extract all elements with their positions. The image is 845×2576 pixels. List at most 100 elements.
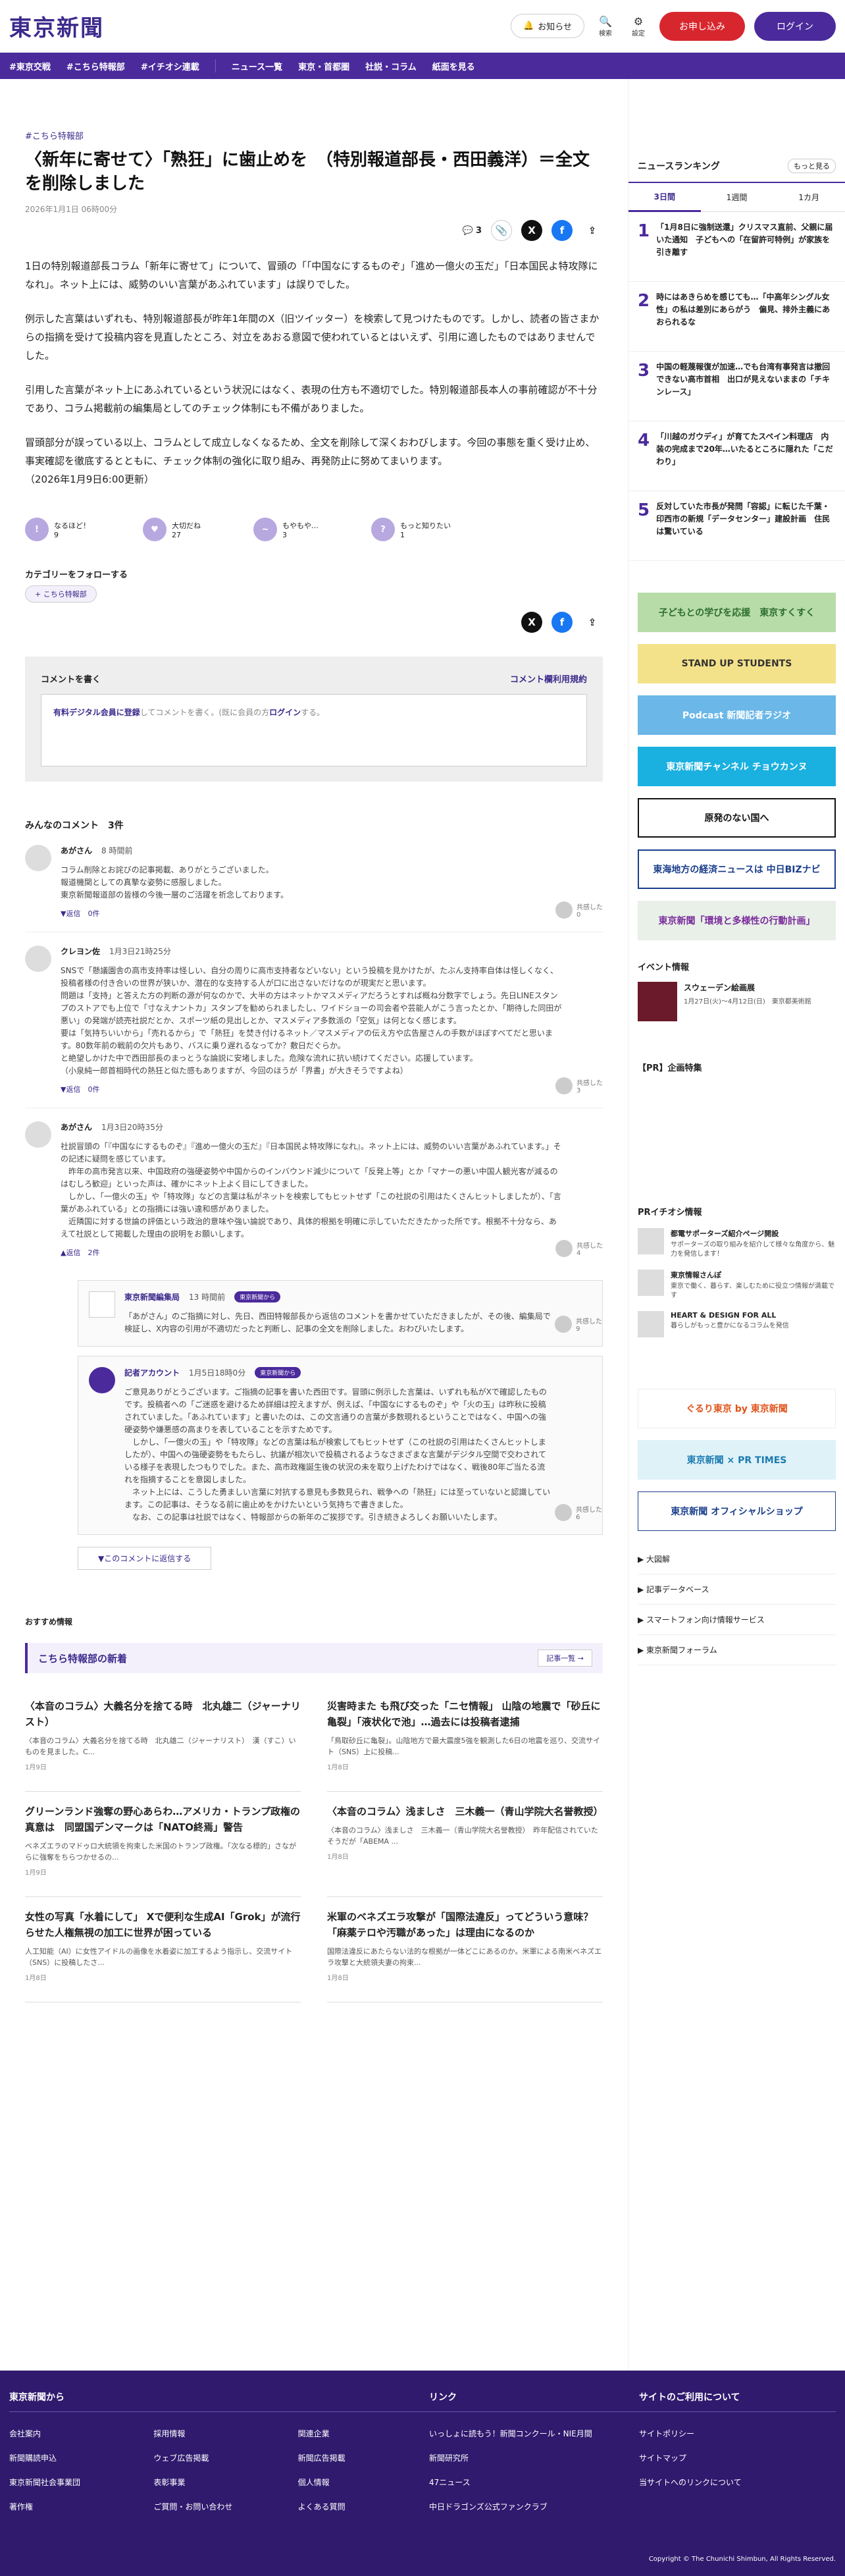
- x-share-icon[interactable]: X: [521, 220, 542, 241]
- sidebar-link[interactable]: ▶ スマートフォン向け情報サービス: [638, 1605, 836, 1635]
- podcast-banner[interactable]: Podcast 新聞記者ラジオ: [638, 695, 836, 735]
- article-card[interactable]: 〈本音のコラム〉大義名分を捨てる時 北丸雄二（ジャーナリスト） 〈本音のコラム〉大…: [25, 1686, 301, 1792]
- pr-item[interactable]: HEART & DESIGN FOR ALL 暮らしがもっと豊かになるコラムを発信: [638, 1311, 836, 1337]
- search-button[interactable]: 🔍 検索: [594, 15, 617, 38]
- pr-item[interactable]: 都電サポーターズ紹介ページ開設 サポーターズの取り組みを紹介して様々な角度から、魅…: [638, 1228, 836, 1259]
- comment-input[interactable]: 有料デジタル会員に登録してコメントを書く。(既に会員の方ログインする。: [41, 694, 587, 766]
- genpatsu-banner[interactable]: 原発のない国へ: [638, 798, 836, 838]
- gururi-tokyo-banner[interactable]: ぐるり東京 by 東京新聞: [638, 1389, 836, 1428]
- sidebar-link[interactable]: ▶ 記事データベース: [638, 1574, 836, 1605]
- prtimes-banner[interactable]: 東京新聞 × PR TIMES: [638, 1440, 836, 1480]
- register-button[interactable]: お申し込み: [659, 11, 745, 41]
- reply-toggle[interactable]: ▼返信 0件: [61, 908, 603, 919]
- ranking-item[interactable]: 4 「川越のガウディ」が育てたスペイン料理店 内装の完成まで20年…いたるところに…: [628, 421, 845, 491]
- nav-item[interactable]: #イチオシ連載: [141, 60, 199, 72]
- reply-to-comment-button[interactable]: ▼このコメントに返信する: [78, 1547, 212, 1570]
- tab-1week[interactable]: 1週間: [700, 183, 773, 212]
- ranking-item[interactable]: 3 中国の軽蔑報復が加速…でも台湾有事発言は撤回できない高市首相 出口が見えないま…: [628, 352, 845, 421]
- sukusuku-banner[interactable]: 子どもとの学びを応援 東京すくすく: [638, 593, 836, 632]
- avatar: [25, 845, 51, 871]
- footer-link[interactable]: サイトマップ: [639, 2452, 836, 2463]
- footer-link[interactable]: ウェブ広告掲載: [153, 2452, 284, 2463]
- breadcrumb[interactable]: #こちら特報部: [25, 129, 603, 142]
- clip-icon[interactable]: 📎: [491, 220, 512, 241]
- footer-link[interactable]: ご質問・お問い合わせ: [153, 2501, 284, 2512]
- footer-link[interactable]: 東京新聞社会事業団: [9, 2477, 140, 2488]
- nav-item[interactable]: 紙面を見る: [432, 60, 475, 72]
- facebook-share-icon[interactable]: f: [551, 220, 573, 241]
- site-logo[interactable]: 東京新聞: [9, 10, 104, 42]
- share-icon[interactable]: ⇪: [582, 612, 603, 633]
- footer-link[interactable]: 47ニュース: [429, 2477, 639, 2488]
- ranking-more-link[interactable]: もっと見る: [788, 159, 836, 173]
- agree-button[interactable]: 共感した 0: [555, 901, 603, 919]
- bizna-banner[interactable]: 東海地方の経済ニュースは 中日BIZナビ: [638, 849, 836, 889]
- sidebar: ニュースランキング もっと見る 3日間 1週間 1カ月 1 「1月8日に強制送還」ク…: [628, 79, 845, 2450]
- tab-1month[interactable]: 1カ月: [773, 183, 845, 212]
- share-bar: 💬 3 📎 X f ⇪: [25, 220, 603, 241]
- footer-link[interactable]: 会社案内: [9, 2428, 140, 2439]
- sidebar-link[interactable]: ▶ 大図解: [638, 1544, 836, 1574]
- environment-banner[interactable]: 東京新聞「環境と多様性の行動計画」: [638, 901, 836, 940]
- agree-button[interactable]: 共感した 9: [555, 1316, 602, 1333]
- footer-link[interactable]: サイトポリシー: [639, 2428, 836, 2439]
- notice-button[interactable]: 🔔 お知らせ: [511, 14, 584, 38]
- tab-3days[interactable]: 3日間: [628, 183, 701, 212]
- ranking-item[interactable]: 5 反対していた市長が発問「容認」に転じた千葉・印西市の新規「データセンター」建設…: [628, 491, 845, 561]
- agree-button[interactable]: 共感した 3: [555, 1077, 603, 1094]
- article-card[interactable]: 災害時また も飛び交った「ニセ情報」 山陰の地震で「砂丘に亀裂」「液状化で池」……: [327, 1686, 603, 1792]
- footer-link[interactable]: 採用情報: [153, 2428, 284, 2439]
- nav-item[interactable]: 東京・首都圏: [298, 60, 349, 72]
- follow-tag[interactable]: + こちら特報部: [25, 585, 97, 603]
- settings-button[interactable]: ⚙ 設定: [627, 15, 650, 38]
- login-link[interactable]: ログイン: [269, 708, 301, 717]
- article-card[interactable]: グリーンランド強奪の野心あらわ…アメリカ・トランプ政権の真意は 同盟国デンマーク…: [25, 1792, 301, 1897]
- footer-link[interactable]: 著作権: [9, 2501, 140, 2512]
- article-card[interactable]: 〈本音のコラム〉浅ましさ 三木義一（青山学院大名誉教授） 〈本音のコラム〉浅ましさ…: [327, 1792, 603, 1897]
- footer-link[interactable]: 関連企業: [298, 2428, 429, 2439]
- reaction-naruhodo[interactable]: ! なるほど！ 9: [25, 518, 90, 541]
- ranking-item[interactable]: 1 「1月8日に強制送還」クリスマス直前、父親に届いた通知 子どもへの「在留許可特…: [628, 212, 845, 282]
- facebook-share-icon[interactable]: f: [551, 612, 573, 633]
- reply-toggle[interactable]: ▲返信 2件: [61, 1247, 563, 1258]
- reply-toggle[interactable]: ▼返信 0件: [61, 1084, 563, 1094]
- stand-up-students-banner[interactable]: STAND UP STUDENTS: [638, 644, 836, 684]
- gear-icon: ⚙: [633, 14, 644, 28]
- sidebar-link[interactable]: ▶ 東京新聞フォーラム: [638, 1635, 836, 1665]
- nav-item[interactable]: 社説・コラム: [365, 60, 417, 72]
- pr-thumbnail: [638, 1228, 664, 1254]
- comment-rules-link[interactable]: コメント欄利用規約: [510, 672, 587, 685]
- nav-item[interactable]: ニュース一覧: [232, 60, 282, 72]
- choukanyu-banner[interactable]: 東京新聞チャンネル チョウカンヌ: [638, 747, 836, 786]
- avatar: [25, 946, 51, 972]
- footer-link[interactable]: 当サイトへのリンクについて: [639, 2477, 836, 2488]
- ranking-item[interactable]: 2 時にはあきらめを感じても…「中高年シングル女性」の私は差別にあらがう 偏見、排…: [628, 282, 845, 352]
- reaction-taisetsu[interactable]: ♥ 大切だね 27: [143, 518, 201, 541]
- nav-item[interactable]: #こちら特報部: [66, 60, 125, 72]
- article-card[interactable]: 女性の写真「水着にして」 Xで便利な生成AI「Grok」が流行らせた人権無視の加…: [25, 1897, 301, 2002]
- footer-link[interactable]: 新聞研究所: [429, 2452, 639, 2463]
- nav-item[interactable]: #東京交戦: [9, 60, 51, 72]
- x-share-icon[interactable]: X: [521, 612, 542, 633]
- footer-link[interactable]: よくある質問: [298, 2501, 429, 2512]
- member-register-link[interactable]: 有料デジタル会員に登録: [53, 708, 140, 717]
- login-button[interactable]: ログイン: [754, 11, 836, 41]
- event-item[interactable]: スウェーデン絵画展 1月27日(火)〜4月12日(日) 東京都美術館: [638, 982, 836, 1021]
- article-card[interactable]: 米軍のベネズエラ攻撃が「国際法違反」ってどういう意味？ 「麻薬テロや汚職があった…: [327, 1897, 603, 2002]
- footer-link[interactable]: 個人情報: [298, 2477, 429, 2488]
- agree-button[interactable]: 共感した 6: [555, 1504, 602, 1521]
- reaction-motto[interactable]: ? もっと知りたい 1: [371, 518, 451, 541]
- footer-link[interactable]: 新聞購読申込: [9, 2452, 140, 2463]
- comment-count[interactable]: 💬 3: [463, 226, 482, 236]
- official-shop-banner[interactable]: 東京新聞 オフィシャルショップ: [638, 1491, 836, 1531]
- pr-item[interactable]: 東京情報さんぽ 東京で働く、暮らす、楽しむために役立つ情報が満載です: [638, 1270, 836, 1301]
- footer-links: 会社案内 採用情報 関連企業新聞購読申込 ウェブ広告掲載 新聞広告掲載東京新聞社会事業団…: [9, 2428, 429, 2512]
- share-icon[interactable]: ⇪: [582, 220, 603, 241]
- footer-link[interactable]: 新聞広告掲載: [298, 2452, 429, 2463]
- agree-button[interactable]: 共感した 4: [555, 1240, 603, 1257]
- article-list-link[interactable]: 記事一覧 →: [538, 1650, 592, 1667]
- footer-link[interactable]: 中日ドラゴンズ公式ファンクラブ: [429, 2501, 639, 2512]
- footer-link[interactable]: いっしょに読もう！新聞コンクール・NIE月間: [429, 2428, 639, 2439]
- reaction-moyamoya[interactable]: ~ もやもや… 3: [253, 518, 319, 541]
- footer-link[interactable]: 表彰事業: [153, 2477, 284, 2488]
